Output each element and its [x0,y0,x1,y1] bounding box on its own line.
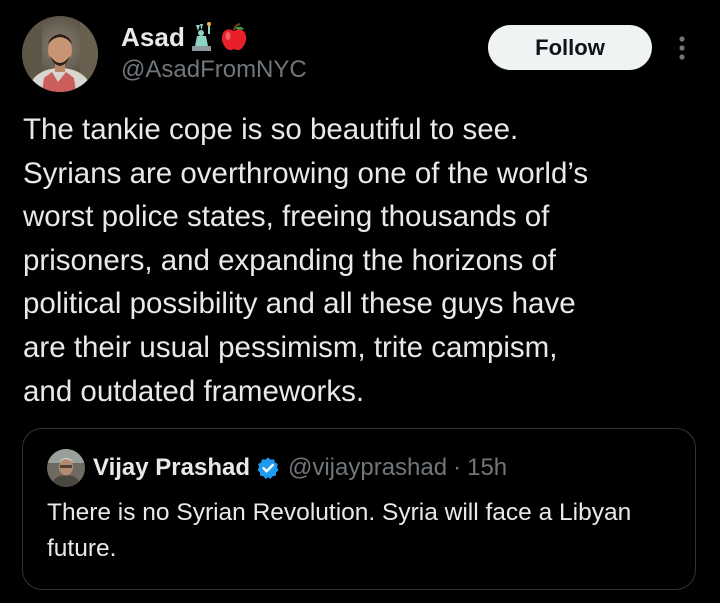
quoted-author-avatar[interactable] [47,449,85,487]
tweet: Asad @AsadFromNYC Follow The tankie cope… [0,0,720,603]
quoted-tweet[interactable]: Vijay Prashad @vijayprashad · 15h There … [22,428,696,590]
statue-of-liberty-emoji [189,22,215,52]
author-name-row: Asad [121,19,249,55]
quoted-tweet-header: Vijay Prashad @vijayprashad · 15h [47,449,507,487]
red-apple-emoji [219,22,249,52]
more-vertical-icon[interactable] [668,32,696,64]
quoted-tweet-time[interactable]: 15h [467,454,507,482]
quoted-tweet-text: There is no Syrian Revolution. Syria wil… [47,499,632,562]
follow-button[interactable]: Follow [488,25,652,70]
quoted-author-name[interactable]: Vijay Prashad [93,454,250,482]
verified-badge-icon [256,456,280,480]
author-display-name[interactable]: Asad [121,22,185,53]
separator-dot: · [453,454,462,481]
tweet-text: The tankie cope is so beautiful to see. … [23,113,589,408]
author-avatar[interactable] [22,16,98,92]
author-handle[interactable]: @AsadFromNYC [121,56,307,84]
quoted-author-handle[interactable]: @vijayprashad [288,454,447,482]
